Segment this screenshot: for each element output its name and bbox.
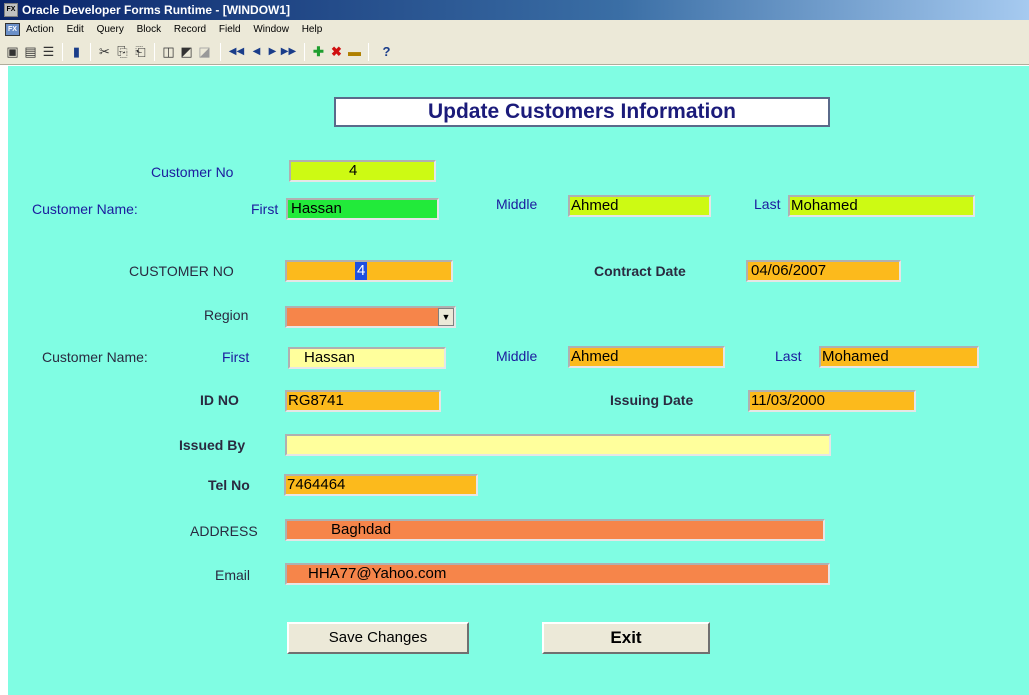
tel-no-field[interactable]: 7464464 bbox=[284, 474, 478, 496]
window-titlebar[interactable]: FX Oracle Developer Forms Runtime - [WIN… bbox=[0, 0, 1029, 20]
toolbar-separator bbox=[220, 43, 221, 61]
id-no-field[interactable]: RG8741 bbox=[285, 390, 441, 412]
detail-middle-name-label: Middle bbox=[496, 348, 538, 364]
id-no-label: ID NO bbox=[200, 392, 239, 408]
issued-by-label: Issued By bbox=[179, 437, 246, 453]
detail-customer-no-value: 4 bbox=[355, 262, 368, 280]
contract-date-label: Contract Date bbox=[594, 263, 686, 279]
region-label: Region bbox=[204, 307, 249, 323]
menu-query[interactable]: Query bbox=[97, 20, 124, 39]
toolbar-separator bbox=[154, 43, 155, 61]
oracle-forms-icon: FX bbox=[4, 3, 18, 17]
menu-action[interactable]: Action bbox=[26, 20, 54, 39]
middle-name-label: Middle bbox=[496, 196, 538, 212]
detail-first-name-field[interactable]: Hassan bbox=[288, 347, 446, 369]
toolbar-separator bbox=[368, 43, 369, 61]
save-icon[interactable]: ▣ bbox=[4, 43, 21, 60]
menu-help[interactable]: Help bbox=[302, 20, 323, 39]
toolbar-separator bbox=[62, 43, 63, 61]
chevron-down-icon[interactable]: ▼ bbox=[438, 308, 454, 326]
customer-name-label: Customer Name: bbox=[32, 201, 138, 217]
menu-edit[interactable]: Edit bbox=[67, 20, 84, 39]
first-name-field[interactable]: Hassan bbox=[286, 198, 439, 220]
issuing-date-label: Issuing Date bbox=[610, 392, 694, 408]
last-name-label: Last bbox=[754, 196, 781, 212]
detail-last-name-label: Last bbox=[775, 348, 802, 364]
delete-record-icon[interactable]: ✖ bbox=[328, 43, 345, 60]
previous-record-icon[interactable]: ◀ bbox=[248, 43, 265, 60]
exit-icon[interactable]: ▮ bbox=[68, 43, 85, 60]
toolbar-separator bbox=[304, 43, 305, 61]
detail-first-name-label: First bbox=[222, 349, 250, 365]
detail-customer-no-field[interactable]: 4 bbox=[285, 260, 453, 282]
form-canvas: Update Customers Information Customer No… bbox=[8, 66, 1029, 695]
save-changes-button[interactable]: Save Changes bbox=[287, 622, 469, 654]
menu-field[interactable]: Field bbox=[219, 20, 241, 39]
detail-customer-no-label: CUSTOMER NO bbox=[129, 263, 234, 279]
detail-customer-name-label: Customer Name: bbox=[42, 349, 148, 365]
first-name-label: First bbox=[251, 201, 279, 217]
mdi-window-icon[interactable]: FX bbox=[5, 23, 20, 36]
cancel-query-icon[interactable]: ◪ bbox=[196, 43, 213, 60]
detail-last-name-field[interactable]: Mohamed bbox=[819, 346, 979, 368]
issuing-date-field[interactable]: 11/03/2000 bbox=[748, 390, 916, 412]
cut-icon[interactable]: ✂ bbox=[96, 43, 113, 60]
contract-date-field[interactable]: 04/06/2007 bbox=[746, 260, 901, 282]
menu-record[interactable]: Record bbox=[174, 20, 206, 39]
insert-record-icon[interactable]: ✚ bbox=[310, 43, 327, 60]
middle-name-field[interactable]: Ahmed bbox=[568, 195, 711, 217]
lock-record-icon[interactable]: ▬ bbox=[346, 43, 363, 60]
menu-block[interactable]: Block bbox=[137, 20, 161, 39]
issued-by-field[interactable] bbox=[285, 434, 831, 456]
detail-middle-name-field[interactable]: Ahmed bbox=[568, 346, 725, 368]
print-setup-icon[interactable]: ☰ bbox=[40, 43, 57, 60]
customer-no-field[interactable]: 4 bbox=[289, 160, 436, 182]
region-select[interactable]: ▼ bbox=[285, 306, 456, 328]
next-record-icon[interactable]: ▶ bbox=[264, 43, 281, 60]
email-field[interactable]: HHA77@Yahoo.com bbox=[285, 563, 830, 585]
menu-bar: FX Action Edit Query Block Record Field … bbox=[0, 20, 1029, 39]
address-field[interactable]: Baghdad bbox=[285, 519, 825, 541]
email-label: Email bbox=[215, 567, 251, 583]
tel-no-label: Tel No bbox=[208, 477, 250, 493]
address-label: ADDRESS bbox=[190, 523, 258, 539]
customer-no-label: Customer No bbox=[151, 164, 234, 180]
first-record-icon[interactable]: ◀◀ bbox=[228, 43, 245, 60]
window-title: Oracle Developer Forms Runtime - [WINDOW… bbox=[22, 3, 291, 17]
menu-window[interactable]: Window bbox=[253, 20, 289, 39]
enter-query-icon[interactable]: ◫ bbox=[160, 43, 177, 60]
toolbar: ▣ ▤ ☰ ▮ ✂ ⎘ ⎗ ◫ ◩ ◪ ◀◀ ◀ ▶ ▶▶ ✚ ✖ ▬ ? bbox=[0, 39, 1029, 65]
last-record-icon[interactable]: ▶▶ bbox=[280, 43, 297, 60]
execute-query-icon[interactable]: ◩ bbox=[178, 43, 195, 60]
exit-button[interactable]: Exit bbox=[542, 622, 710, 654]
paste-icon[interactable]: ⎗ bbox=[132, 43, 149, 60]
last-name-field[interactable]: Mohamed bbox=[788, 195, 975, 217]
copy-icon[interactable]: ⎘ bbox=[114, 43, 131, 60]
form-title: Update Customers Information bbox=[334, 97, 830, 127]
help-icon[interactable]: ? bbox=[378, 43, 395, 60]
print-icon[interactable]: ▤ bbox=[22, 43, 39, 60]
toolbar-separator bbox=[90, 43, 91, 61]
